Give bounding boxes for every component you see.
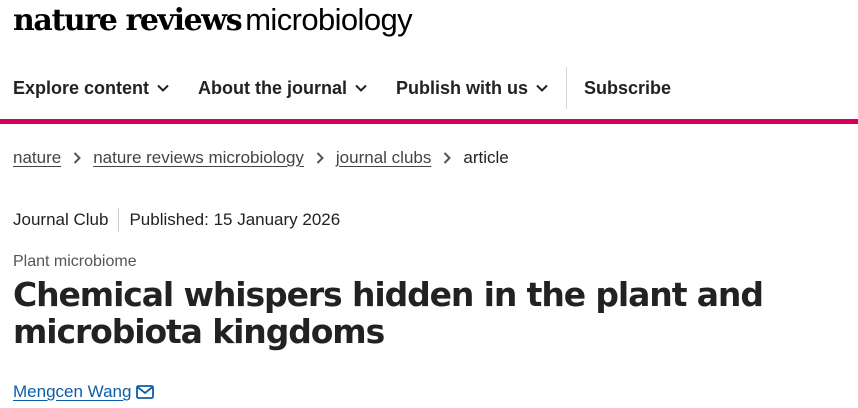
article-meta: Journal Club Published: 15 January 2026 bbox=[13, 208, 340, 232]
meta-divider bbox=[118, 208, 120, 232]
nav-item-label: Publish with us bbox=[396, 77, 529, 98]
nav-publish-with-us[interactable]: Publish with us bbox=[383, 66, 548, 110]
chevron-down-icon bbox=[157, 84, 169, 92]
chevron-down-icon bbox=[355, 84, 367, 92]
breadcrumb: nature nature reviews microbiology journ… bbox=[13, 146, 509, 170]
article-subject[interactable]: Plant microbiome bbox=[13, 253, 137, 271]
chevron-right-icon bbox=[316, 152, 324, 164]
nav-about-journal[interactable]: About the journal bbox=[185, 66, 367, 110]
subscribe-link[interactable]: Subscribe bbox=[571, 66, 671, 110]
publish-date: Published: 15 January 2026 bbox=[129, 210, 341, 229]
article-type: Journal Club bbox=[13, 210, 109, 229]
nav-item-label: Explore content bbox=[13, 77, 150, 98]
breadcrumb-link-journal[interactable]: nature reviews microbiology bbox=[93, 148, 304, 168]
site-logo[interactable]: nature reviews microbiology bbox=[13, 2, 413, 48]
article-title: Chemical whispers hidden in the plant an… bbox=[13, 275, 764, 351]
nav-divider bbox=[566, 67, 568, 109]
breadcrumb-link-journal-clubs[interactable]: journal clubs bbox=[336, 148, 431, 168]
breadcrumb-link-nature[interactable]: nature bbox=[13, 148, 61, 168]
logo-wordmark-bold: nature reviews bbox=[13, 3, 243, 38]
author-line: Mengcen Wang bbox=[13, 380, 155, 404]
mail-icon[interactable] bbox=[136, 385, 155, 399]
chevron-down-icon bbox=[536, 84, 548, 92]
logo-wordmark-light: microbiology bbox=[245, 2, 412, 37]
chevron-right-icon bbox=[443, 152, 452, 164]
author-link[interactable]: Mengcen Wang bbox=[13, 382, 131, 402]
accent-bar bbox=[0, 119, 858, 124]
breadcrumb-current: article bbox=[463, 148, 509, 167]
chevron-right-icon bbox=[73, 152, 82, 164]
nav-explore-content[interactable]: Explore content bbox=[0, 66, 169, 110]
main-nav: Explore content About the journal Publis… bbox=[0, 66, 858, 110]
nav-item-label: About the journal bbox=[198, 77, 348, 98]
